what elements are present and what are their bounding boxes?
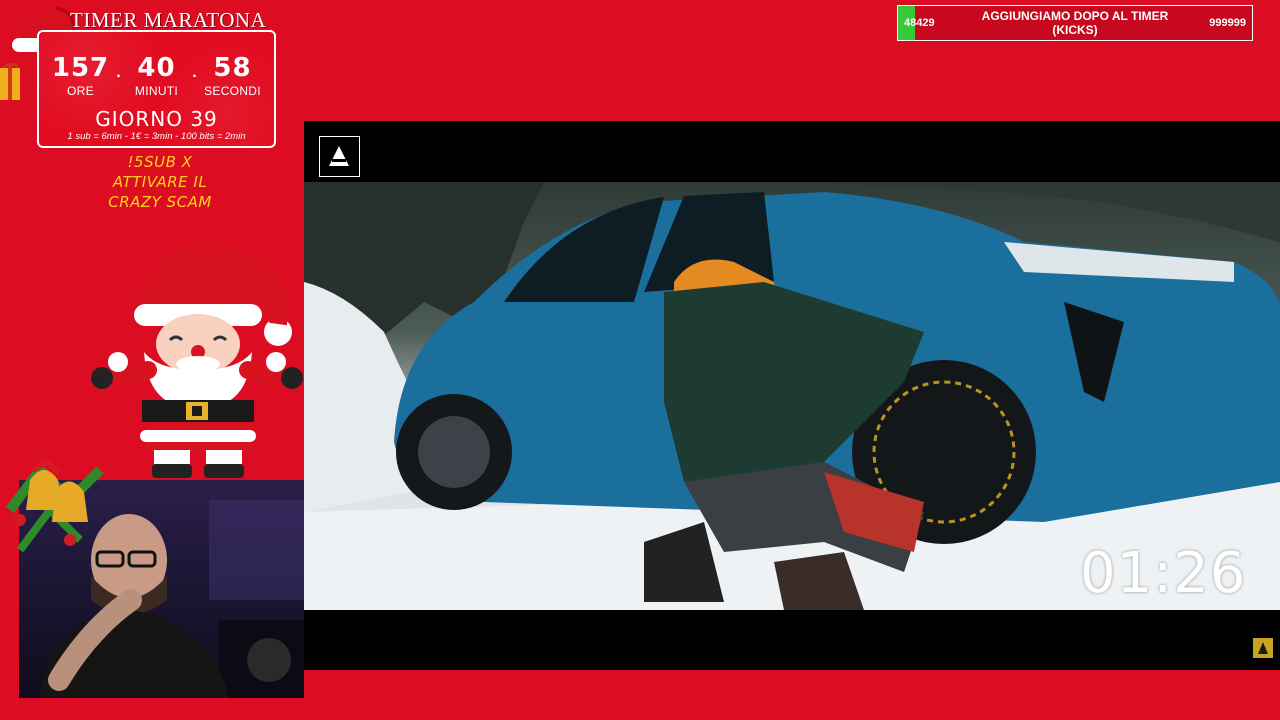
video-player: 01:26 (304, 121, 1280, 670)
separator-dot: . (192, 64, 197, 81)
seconds-label: SECONDI (204, 84, 261, 98)
gift-icon (0, 63, 20, 100)
minutes-value: 40 (137, 53, 176, 83)
video-countdown: 01:26 (1080, 541, 1247, 606)
promo-line: !5SUB X (127, 153, 193, 171)
hours-value: 157 (51, 53, 110, 83)
a-logo-icon (319, 136, 360, 177)
goal-target: 999999 (1209, 17, 1246, 29)
hours-unit: 157 ORE (48, 54, 114, 98)
promo-line: ATTIVARE IL (112, 173, 208, 191)
seconds-unit: 58 SECONDI (200, 54, 266, 98)
minutes-unit: 40 MINUTI (124, 54, 190, 98)
hours-label: ORE (67, 84, 94, 98)
santa-claus-illustration (91, 243, 303, 478)
seconds-value: 58 (213, 53, 252, 83)
time-row: 157 ORE . 40 MINUTI . 58 SECONDI (39, 54, 274, 98)
promo-line: CRAZY SCAM (108, 193, 212, 211)
minutes-label: MINUTI (134, 84, 179, 98)
promo-text: !5SUB X ATTIVARE IL CRAZY SCAM (60, 152, 260, 212)
a-logo-icon (1253, 638, 1273, 658)
christmas-bells-icon (6, 458, 104, 553)
day-counter: GIORNO 39 (95, 107, 218, 131)
goal-current: 48429 (904, 17, 935, 29)
separator-dot: . (116, 64, 121, 81)
marathon-timer-card: 157 ORE . 40 MINUTI . 58 SECONDI GIORNO … (37, 30, 276, 148)
goal-label: AGGIUNGIAMO DOPO AL TIMER (KICKS) (981, 9, 1169, 37)
kicks-goal-bar: 48429 AGGIUNGIAMO DOPO AL TIMER (KICKS) … (897, 5, 1253, 41)
sub-rates: 1 sub = 6min - 1€ = 3min - 100 bits = 2m… (67, 131, 246, 142)
